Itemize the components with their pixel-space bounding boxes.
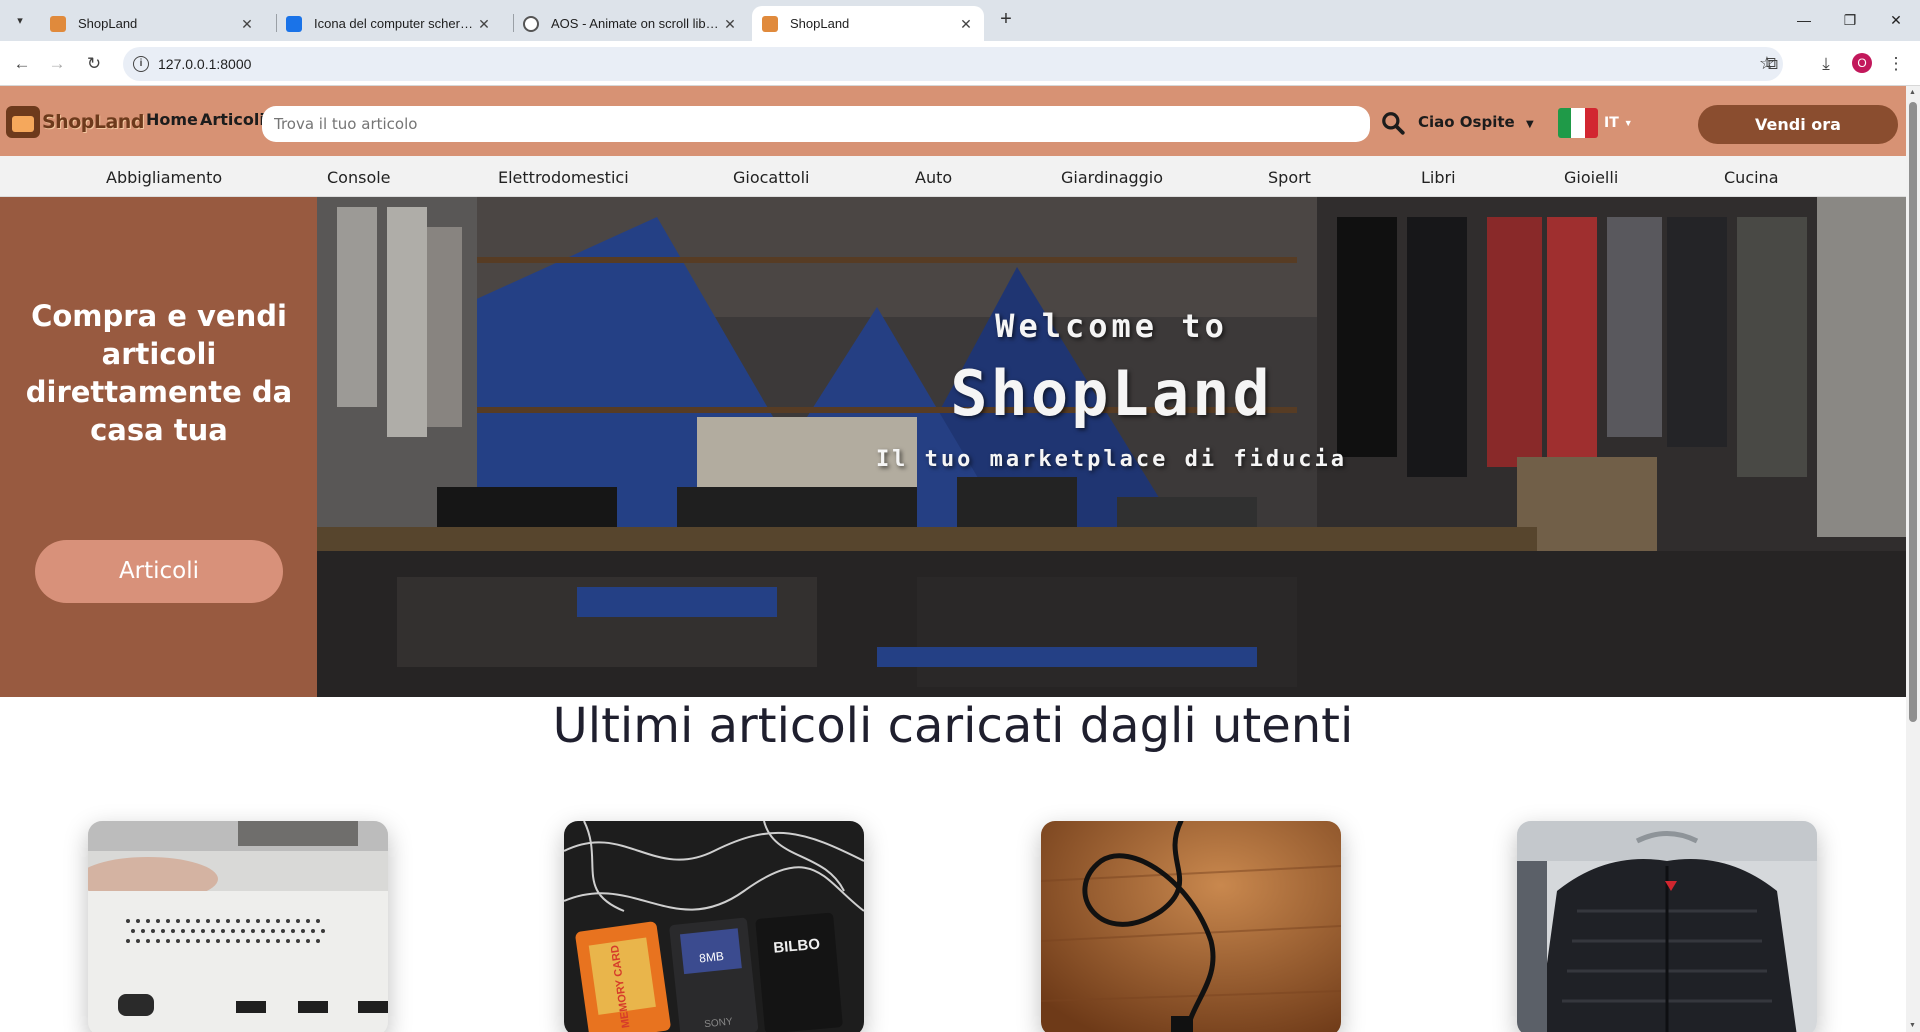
close-tab-icon[interactable]: ✕ <box>722 16 738 32</box>
shopland-favicon-icon <box>762 15 778 32</box>
search-input[interactable] <box>262 106 1370 142</box>
hero-side-panel: Compra e vendi articoli direttamente da … <box>0 197 317 697</box>
console-ports-photo <box>88 821 388 1032</box>
browser-tab-strip: ▾ ShopLand ✕ Icona del computer schermo … <box>0 0 1920 41</box>
language-selector[interactable]: IT ▼ <box>1558 108 1633 138</box>
browser-tab[interactable]: Icona del computer schermo vuoto ✕ <box>276 6 502 41</box>
scrollbar-thumb[interactable] <box>1909 102 1917 722</box>
caret-down-icon: ▼ <box>1525 119 1534 130</box>
hero-banner-image: Welcome to ShopLand Il tuo marketplace d… <box>317 197 1906 697</box>
memory-cards-photo: MEMORY CARD 8MB SONY BILBO <box>564 821 864 1032</box>
caret-down-icon: ▼ <box>1623 118 1633 128</box>
tab-title: AOS - Animate on scroll library <box>551 16 722 31</box>
minimize-icon[interactable]: — <box>1781 6 1827 34</box>
category-link-giardinaggio[interactable]: Giardinaggio <box>1061 168 1163 187</box>
reload-icon[interactable]: ↻ <box>82 52 106 76</box>
forward-arrow-icon[interactable]: → <box>45 52 69 76</box>
site-info-icon[interactable]: i <box>133 56 149 72</box>
tab-title: ShopLand <box>78 16 138 31</box>
category-link-sport[interactable]: Sport <box>1268 168 1311 187</box>
browser-toolbar: ← → ↻ i 127.0.0.1:8000 ☆ ⧉ ⤓ ⋮ <box>0 41 1920 86</box>
docs-favicon-icon <box>286 15 302 32</box>
user-greeting: Ciao Ospite <box>1418 113 1515 131</box>
hero-welcome-text: Welcome to <box>995 307 1228 345</box>
nav-home-link[interactable]: Home <box>146 110 198 129</box>
extensions-puzzle-icon[interactable]: ⧉ <box>1760 52 1784 76</box>
tab-title: Icona del computer schermo vuoto <box>314 16 476 31</box>
category-link-giocattoli[interactable]: Giocattoli <box>733 168 809 187</box>
category-bar: Abbigliamento Console Elettrodomestici G… <box>0 156 1906 197</box>
close-tab-icon[interactable]: ✕ <box>958 16 974 32</box>
downloads-icon[interactable]: ⤓ <box>1814 52 1838 76</box>
article-card[interactable] <box>1041 821 1341 1032</box>
hero-tagline-text: Il tuo marketplace di fiducia <box>875 447 1348 472</box>
hero-articles-button[interactable]: Articoli <box>35 540 283 603</box>
power-cable-photo <box>1041 821 1341 1032</box>
category-link-abbigliamento[interactable]: Abbigliamento <box>106 168 222 187</box>
restore-icon[interactable]: ❐ <box>1827 6 1873 34</box>
close-tab-icon[interactable]: ✕ <box>239 16 255 32</box>
back-arrow-icon[interactable]: ← <box>10 52 34 76</box>
address-bar[interactable]: i 127.0.0.1:8000 ☆ <box>123 47 1783 81</box>
close-window-icon[interactable]: ✕ <box>1873 6 1919 34</box>
site-logo[interactable]: ShopLand <box>6 104 144 140</box>
language-label: IT <box>1604 115 1619 131</box>
memory-card-size-label: 8MB <box>699 949 725 966</box>
search-icon[interactable] <box>1380 110 1406 136</box>
logo-text: ShopLand <box>42 111 144 133</box>
shopland-favicon-icon <box>50 15 66 32</box>
sell-now-button[interactable]: Vendi ora <box>1698 105 1898 144</box>
profile-avatar[interactable]: O <box>1852 53 1872 73</box>
hero-brand-text: ShopLand <box>950 357 1273 430</box>
article-card[interactable] <box>88 821 388 1032</box>
category-link-gioielli[interactable]: Gioielli <box>1564 168 1618 187</box>
globe-favicon-icon <box>523 15 539 32</box>
scroll-up-arrow-icon[interactable]: ▲ <box>1909 89 1916 96</box>
site-header: ShopLand Home Articoli Ciao Ospite ▼ IT … <box>0 86 1906 156</box>
category-link-elettrodomestici[interactable]: Elettrodomestici <box>498 168 629 187</box>
webpage: ShopLand Home Articoli Ciao Ospite ▼ IT … <box>0 86 1906 1032</box>
hero-claim: Compra e vendi articoli direttamente da … <box>25 299 293 447</box>
tab-search-chevron-icon[interactable]: ▾ <box>10 10 30 30</box>
article-card[interactable] <box>1517 821 1817 1032</box>
close-tab-icon[interactable]: ✕ <box>476 16 492 32</box>
browser-tab[interactable]: ShopLand ✕ <box>40 6 265 41</box>
latest-articles-title: Ultimi articoli caricati dagli utenti <box>552 698 1354 754</box>
black-jacket-photo <box>1517 821 1817 1032</box>
browser-tab-active[interactable]: ShopLand ✕ <box>752 6 984 41</box>
page-scrollbar[interactable]: ▲ ▼ <box>1906 86 1920 1032</box>
tab-title: ShopLand <box>790 16 850 31</box>
category-link-console[interactable]: Console <box>327 168 391 187</box>
shop-bag-icon <box>6 106 40 138</box>
italy-flag-icon <box>1558 108 1598 138</box>
article-card[interactable]: MEMORY CARD 8MB SONY BILBO <box>564 821 864 1032</box>
nav-articles-link[interactable]: Articoli <box>200 110 265 129</box>
category-link-cucina[interactable]: Cucina <box>1724 168 1779 187</box>
browser-menu-icon[interactable]: ⋮ <box>1884 52 1908 76</box>
category-link-auto[interactable]: Auto <box>915 168 952 187</box>
scroll-down-arrow-icon[interactable]: ▼ <box>1909 1022 1916 1029</box>
category-link-libri[interactable]: Libri <box>1421 168 1456 187</box>
user-menu-dropdown[interactable]: Ciao Ospite ▼ <box>1418 113 1534 131</box>
url-text[interactable]: 127.0.0.1:8000 <box>158 56 251 72</box>
browser-tab[interactable]: AOS - Animate on scroll library ✕ <box>513 6 748 41</box>
new-tab-plus-icon[interactable]: + <box>996 9 1016 29</box>
